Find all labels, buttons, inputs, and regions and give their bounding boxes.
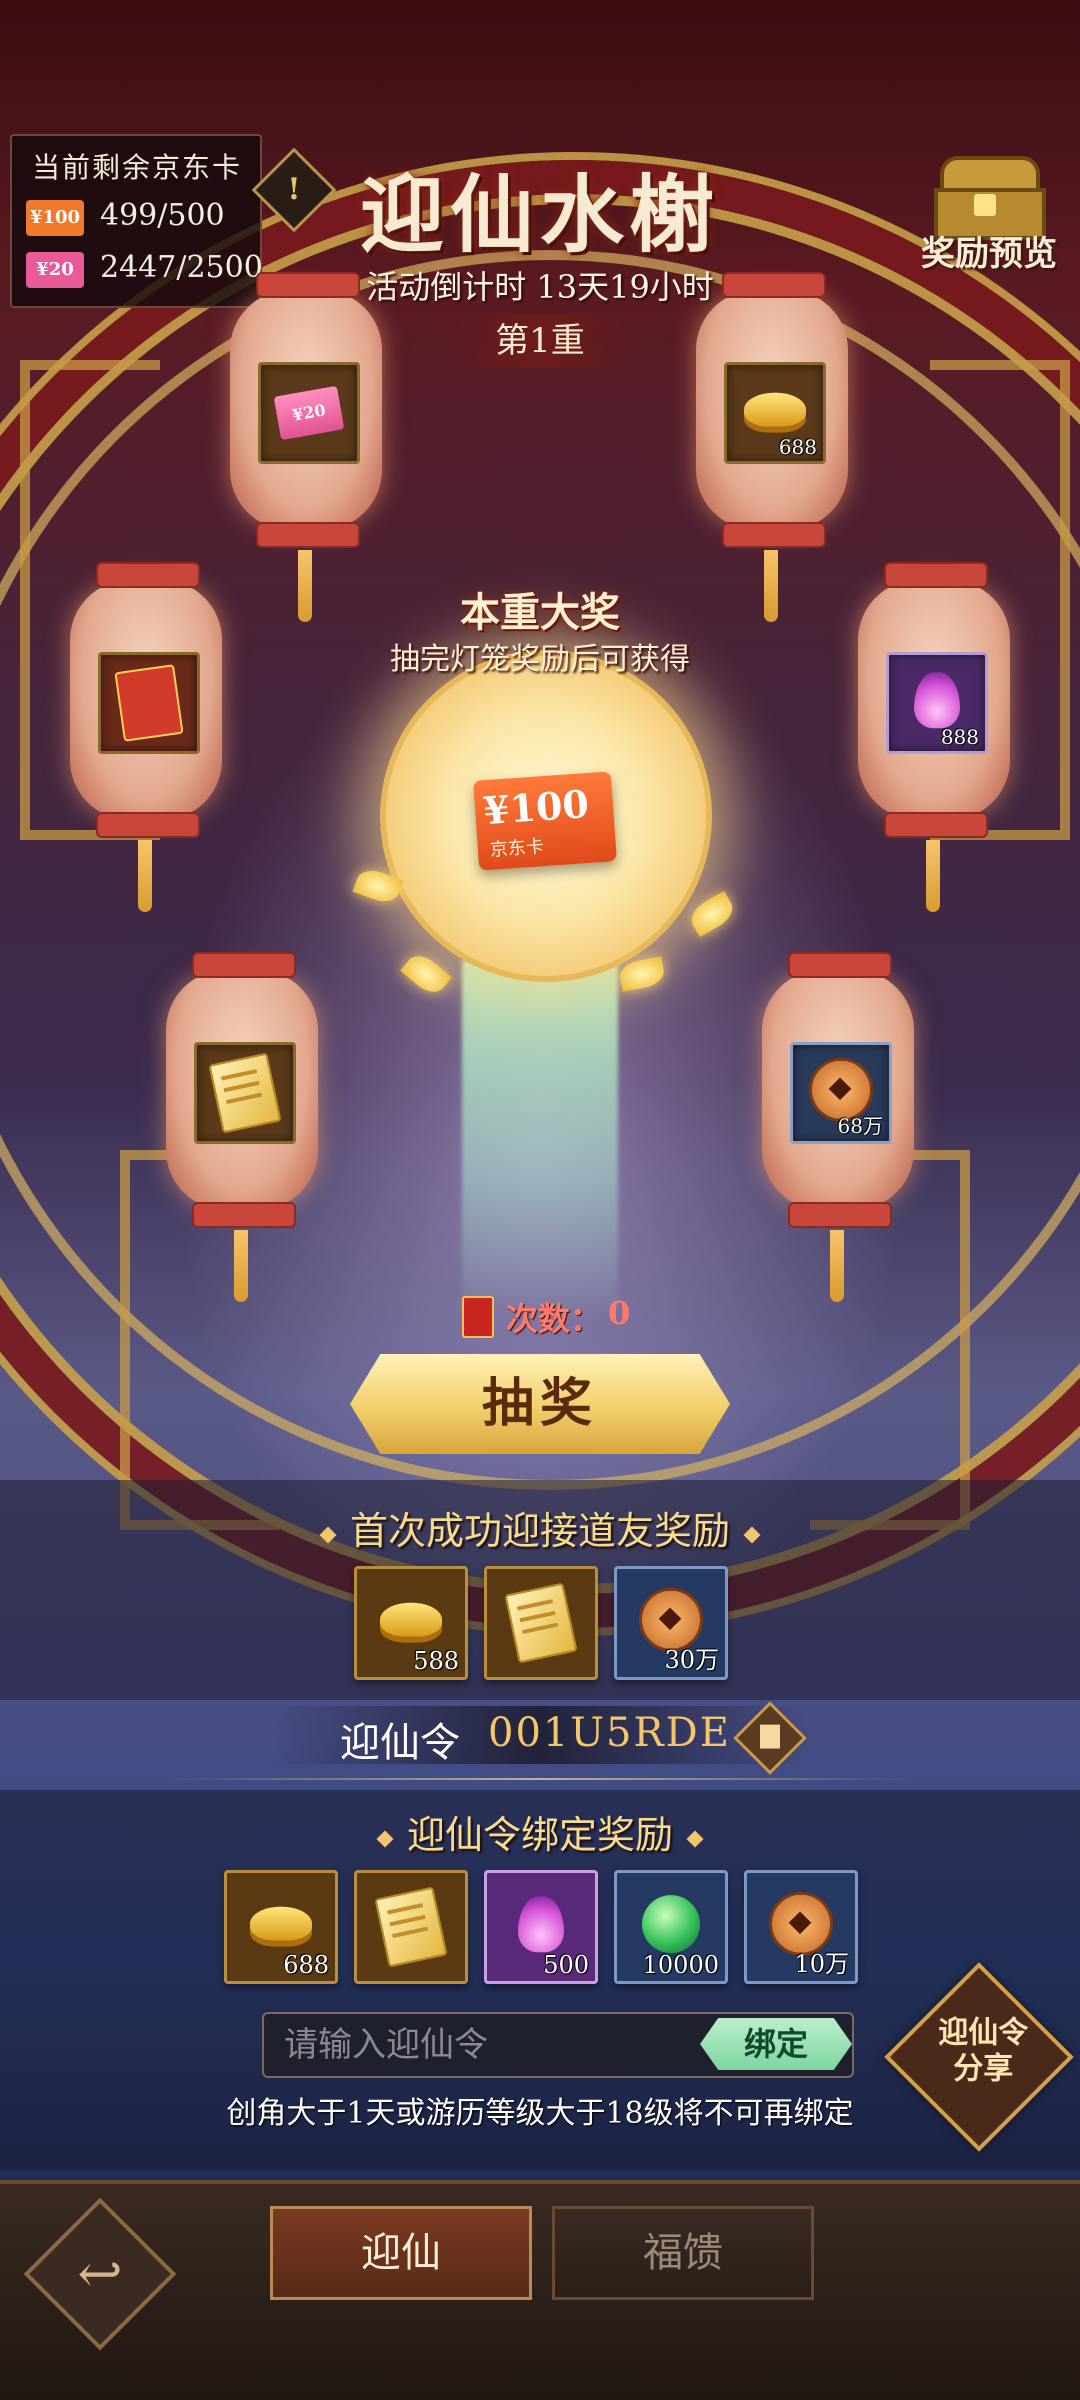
invite-code-value: 001U5RDE bbox=[488, 1710, 731, 1756]
invite-code-input-row: 绑定 bbox=[262, 2012, 854, 2078]
green-orb-icon bbox=[642, 1895, 700, 1954]
bind-reward-item-5[interactable]: 10万 bbox=[744, 1870, 858, 1984]
draw-count-label: 次数： bbox=[506, 1300, 603, 1338]
reward-quantity: 588 bbox=[413, 1647, 459, 1675]
card-100-remaining: 499/500 bbox=[100, 198, 225, 233]
back-arrow-icon: ↩ bbox=[77, 2242, 123, 2305]
lantern-2-reward: 688 bbox=[724, 362, 826, 464]
lantern-3-reward bbox=[98, 652, 200, 754]
reward-quantity: 10万 bbox=[794, 1950, 849, 1978]
lantern-1[interactable]: ¥20 bbox=[230, 272, 382, 622]
share-label-line1: 迎仙令 bbox=[938, 2015, 1029, 2051]
lantern-5[interactable] bbox=[166, 952, 318, 1302]
share-label-line2: 分享 bbox=[953, 2051, 1014, 2087]
gold-ingot-icon bbox=[744, 392, 806, 427]
golden-ticket-icon bbox=[374, 1886, 448, 1968]
bottom-bar bbox=[0, 2180, 1080, 2400]
event-title: 迎仙水榭 bbox=[359, 165, 720, 264]
lantern-2[interactable]: 688 bbox=[696, 272, 848, 622]
reward-quantity: 30万 bbox=[664, 1646, 719, 1674]
lantern-6-reward: 68万 bbox=[790, 1042, 892, 1144]
draw-count-value: 0 bbox=[608, 1294, 631, 1332]
first-reward-item-1[interactable]: 588 bbox=[354, 1566, 468, 1680]
jd-card-20-icon: ¥20 bbox=[273, 385, 345, 441]
event-countdown: 活动倒计时 13天19小时 bbox=[366, 268, 714, 306]
bind-reward-item-1[interactable]: 688 bbox=[224, 1870, 338, 1984]
grand-prize-subtitle: 抽完灯笼奖励后可获得 bbox=[390, 642, 690, 677]
divider bbox=[170, 1778, 910, 1780]
reward-quantity: 68万 bbox=[837, 1114, 883, 1138]
bind-button[interactable]: 绑定 bbox=[700, 2018, 852, 2070]
lantern-1-reward: ¥20 bbox=[258, 362, 360, 464]
lantern-3[interactable] bbox=[70, 562, 222, 912]
lantern-6[interactable]: 68万 bbox=[762, 952, 914, 1302]
card-row-20: ¥20 2447/2500 bbox=[26, 248, 266, 290]
bind-hint: 创角大于1天或游历等级大于18级将不可再绑定 bbox=[226, 2096, 854, 2131]
light-beam bbox=[462, 960, 618, 1320]
purple-flame-icon bbox=[518, 1896, 564, 1953]
remaining-title: 当前剩余京东卡 bbox=[32, 151, 243, 184]
first-reward-item-3[interactable]: 30万 bbox=[614, 1566, 728, 1680]
jd-card-100-icon: ¥100 bbox=[26, 200, 84, 236]
bind-reward-item-4[interactable]: 10000 bbox=[614, 1870, 728, 1984]
reward-quantity: 688 bbox=[283, 1951, 329, 1979]
golden-ticket-icon bbox=[504, 1582, 578, 1664]
draw-button[interactable]: 抽奖 bbox=[350, 1354, 730, 1454]
purple-flame-icon bbox=[914, 672, 960, 729]
event-screen: 当前剩余京东卡 ¥100 499/500 ¥20 2447/2500 ! 迎仙水… bbox=[0, 0, 1080, 2400]
bind-reward-title-text: 迎仙令绑定奖励 bbox=[406, 1813, 673, 1857]
invite-code-bar: 迎仙令 001U5RDE bbox=[270, 1706, 810, 1766]
gold-ingot-icon bbox=[380, 1602, 442, 1637]
red-envelope-icon bbox=[462, 1296, 494, 1338]
first-reward-title: 首次成功迎接道友奖励 bbox=[0, 1500, 1080, 1555]
first-reward-item-2[interactable] bbox=[484, 1566, 598, 1680]
card-row-100: ¥100 499/500 bbox=[26, 196, 266, 238]
gold-ingot-icon bbox=[250, 1906, 312, 1941]
jd-card-100-icon: ¥100 京东卡 bbox=[473, 771, 617, 871]
draw-count: 次数： 0 bbox=[462, 1294, 662, 1338]
golden-ticket-icon bbox=[208, 1052, 282, 1134]
invite-code-input[interactable] bbox=[282, 2020, 726, 2070]
draw-button-label: 抽奖 bbox=[481, 1373, 598, 1434]
red-envelope-icon bbox=[114, 664, 184, 742]
reward-quantity: 10000 bbox=[642, 1951, 719, 1979]
exclamation-icon: ! bbox=[287, 172, 301, 207]
first-reward-title-text: 首次成功迎接道友奖励 bbox=[349, 1509, 730, 1553]
grand-prize-amount: ¥100 bbox=[481, 780, 591, 834]
tab-rewards[interactable]: 福馈 bbox=[552, 2206, 814, 2300]
lantern-4-reward: 888 bbox=[886, 652, 988, 754]
tier-label: 第1重 bbox=[442, 314, 638, 368]
reward-preview-button[interactable]: 奖励预览 bbox=[904, 226, 1074, 275]
card-20-remaining: 2447/2500 bbox=[100, 250, 263, 285]
treasure-chest-icon[interactable] bbox=[930, 156, 1046, 240]
reward-quantity: 688 bbox=[778, 435, 817, 459]
lantern-5-reward bbox=[194, 1042, 296, 1144]
grand-prize-title: 本重大奖 bbox=[460, 589, 620, 636]
reward-quantity: 888 bbox=[940, 725, 979, 749]
remaining-jd-cards-panel: 当前剩余京东卡 ¥100 499/500 ¥20 2447/2500 bbox=[10, 134, 263, 308]
lantern-4[interactable]: 888 bbox=[858, 562, 1010, 912]
grand-prize-brand: 京东卡 bbox=[489, 836, 545, 861]
share-label: 迎仙令 分享 bbox=[917, 2015, 1049, 2087]
bind-reward-item-2[interactable] bbox=[354, 1870, 468, 1984]
bind-reward-title: 迎仙令绑定奖励 bbox=[0, 1804, 1080, 1859]
jd-card-20-icon: ¥20 bbox=[26, 252, 84, 288]
bind-reward-item-3[interactable]: 500 bbox=[484, 1870, 598, 1984]
tab-welcome[interactable]: 迎仙 bbox=[270, 2206, 532, 2300]
invite-code-label: 迎仙令 bbox=[340, 1720, 460, 1766]
reward-quantity: 500 bbox=[543, 1951, 589, 1979]
